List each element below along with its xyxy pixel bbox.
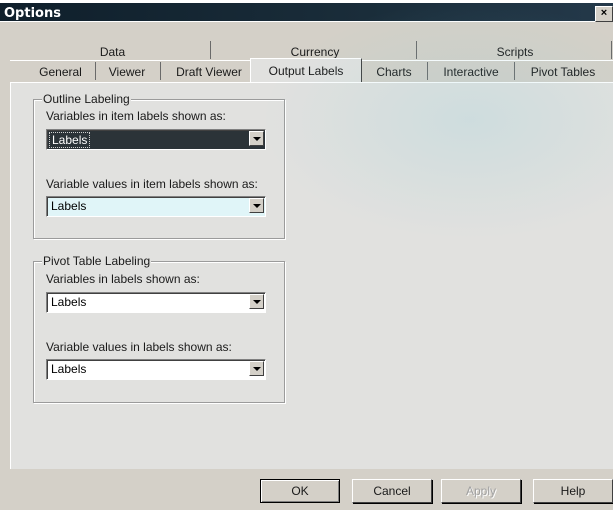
pivot-variables-select[interactable]: Labels xyxy=(46,292,266,313)
tab-general-label: General xyxy=(39,65,82,79)
ok-button[interactable]: OK xyxy=(260,479,340,503)
tab-pivot-tables-label: Pivot Tables xyxy=(530,65,596,79)
tab-charts-label: Charts xyxy=(376,65,412,79)
outline-variables-label: Variables in item labels shown as: xyxy=(46,109,226,123)
tab-interactive[interactable]: Interactive xyxy=(430,62,512,82)
apply-button[interactable]: Apply xyxy=(441,479,521,503)
tab-divider xyxy=(160,62,161,80)
tab-divider xyxy=(95,62,96,80)
tab-viewer-label: Viewer xyxy=(108,65,146,79)
tab-charts[interactable]: Charts xyxy=(364,62,424,82)
tab-divider xyxy=(611,41,612,59)
tab-scripts[interactable]: Scripts xyxy=(420,42,610,62)
window-title: Options xyxy=(4,6,61,21)
tab-output-labels[interactable]: Output Labels xyxy=(252,61,360,81)
outline-values-value: Labels xyxy=(51,199,87,213)
tab-divider xyxy=(210,41,211,59)
tab-divider xyxy=(427,62,428,80)
tab-divider xyxy=(416,41,417,59)
help-button[interactable]: Help xyxy=(533,479,613,503)
tab-scripts-label: Scripts xyxy=(496,45,534,59)
tab-data-label: Data xyxy=(99,45,126,59)
tab-draft-viewer-label: Draft Viewer xyxy=(176,65,242,79)
outline-labeling-title: Outline Labeling xyxy=(42,92,131,106)
tab-draft-viewer[interactable]: Draft Viewer xyxy=(164,62,254,82)
tab-currency-label: Currency xyxy=(290,45,340,59)
tab-viewer[interactable]: Viewer xyxy=(97,62,157,82)
chevron-down-icon[interactable] xyxy=(249,131,264,146)
tab-interactive-label: Interactive xyxy=(443,65,499,79)
pivot-variables-label: Variables in labels shown as: xyxy=(46,272,200,286)
pivot-values-value: Labels xyxy=(51,362,87,376)
outline-variables-select[interactable]: Labels xyxy=(46,129,266,150)
title-strip: Options × xyxy=(0,3,613,22)
tab-general[interactable]: General xyxy=(28,62,93,82)
tab-pivot-tables[interactable]: Pivot Tables xyxy=(518,62,608,82)
chevron-down-icon[interactable] xyxy=(249,361,264,376)
options-dialog: Options × Data Currency Scripts General … xyxy=(0,0,613,510)
cancel-button[interactable]: Cancel xyxy=(352,479,432,503)
title-bar: Options × xyxy=(0,0,613,22)
tab-output-labels-label: Output Labels xyxy=(268,64,344,78)
outline-values-select[interactable]: Labels xyxy=(46,196,266,217)
pivot-values-label: Variable values in labels shown as: xyxy=(46,340,232,354)
outline-variables-value: Labels xyxy=(49,132,91,148)
chevron-down-icon[interactable] xyxy=(249,198,264,213)
tab-divider xyxy=(514,62,515,80)
output-labels-panel: Outline Labeling Variables in item label… xyxy=(10,82,613,469)
tab-data[interactable]: Data xyxy=(20,42,205,62)
pivot-variables-value: Labels xyxy=(51,295,87,309)
pivot-values-select[interactable]: Labels xyxy=(46,359,266,380)
close-icon: × xyxy=(600,7,608,19)
close-button[interactable]: × xyxy=(595,6,613,22)
pivot-labeling-title: Pivot Table Labeling xyxy=(42,254,152,268)
outline-values-label: Variable values in item labels shown as: xyxy=(46,177,258,191)
chevron-down-icon[interactable] xyxy=(249,294,264,309)
